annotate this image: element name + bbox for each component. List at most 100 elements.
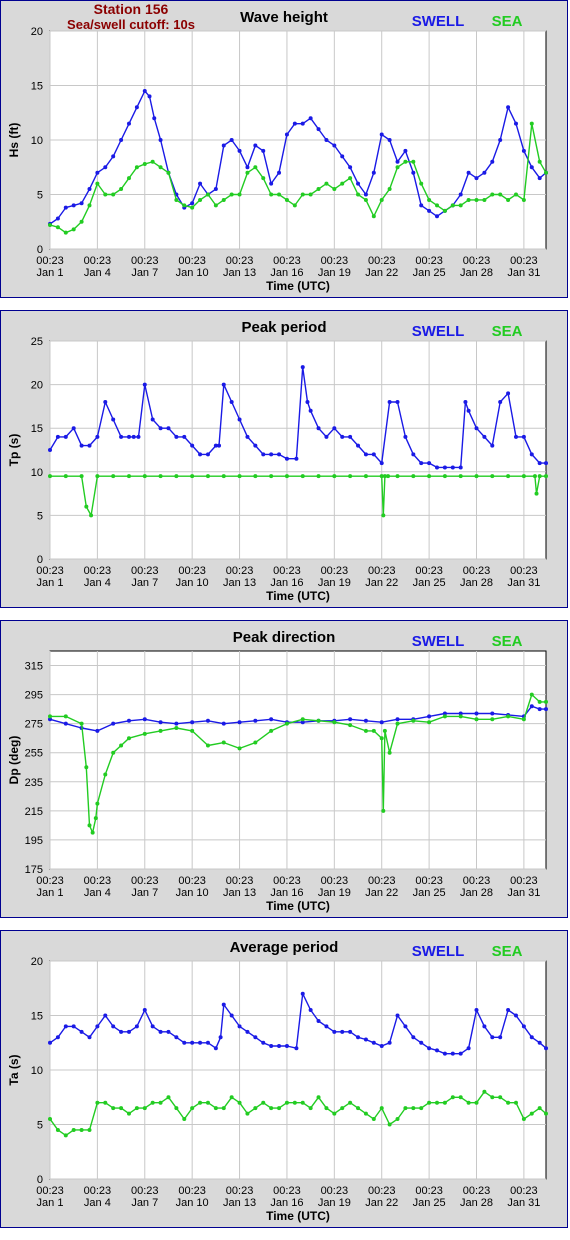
swell-data-point: [316, 1018, 321, 1023]
sea-data-point: [229, 1095, 234, 1100]
sea-data-point: [356, 1106, 361, 1111]
swell-data-point: [134, 1024, 139, 1029]
swell-data-point: [490, 443, 495, 448]
x-axis-label: Time (UTC): [266, 1209, 330, 1223]
sea-data-point: [435, 1100, 440, 1105]
x-axis-label: Time (UTC): [266, 899, 330, 913]
y-tick-label: 5: [37, 1120, 43, 1132]
swell-data-point: [205, 1040, 210, 1045]
sea-data-point: [537, 699, 542, 704]
x-tick-time: 00:23: [415, 255, 443, 267]
swell-data-point: [87, 1035, 92, 1040]
sea-data-point: [245, 170, 250, 175]
sea-data-point: [332, 187, 337, 192]
swell-data-point: [152, 116, 157, 121]
swell-data-point: [284, 456, 289, 461]
x-tick-date: Jan 13: [223, 887, 256, 899]
x-tick-date: Jan 28: [460, 267, 493, 279]
swell-data-point: [324, 1024, 329, 1029]
swell-data-point: [411, 452, 416, 457]
y-tick-label: 295: [25, 690, 43, 702]
sea-data-point: [466, 197, 471, 202]
sea-data-point: [379, 197, 384, 202]
sea-data-point: [119, 743, 124, 748]
sea-data-point: [544, 1111, 548, 1116]
swell-data-point: [63, 1024, 68, 1029]
sea-data-point: [205, 474, 210, 479]
sea-data-point: [213, 1106, 218, 1111]
x-tick-time: 00:23: [226, 875, 254, 887]
x-tick-time: 00:23: [368, 565, 396, 577]
swell-data-point: [490, 1035, 495, 1040]
swell-data-point: [166, 1029, 171, 1034]
swell-data-point: [142, 88, 147, 93]
swell-data-point: [458, 192, 463, 197]
swell-data-point: [103, 165, 108, 170]
x-tick-time: 00:23: [415, 565, 443, 577]
y-tick-label: 15: [31, 81, 43, 93]
swell-data-point: [95, 434, 100, 439]
x-tick-time: 00:23: [273, 255, 301, 267]
x-tick-date: Jan 4: [84, 1197, 111, 1209]
sea-data-point: [95, 801, 100, 806]
x-tick-time: 00:23: [84, 875, 112, 887]
sea-data-point: [506, 1100, 511, 1105]
swell-data-point: [371, 1040, 376, 1045]
swell-data-point: [142, 1008, 147, 1013]
swell-data-point: [442, 465, 447, 470]
swell-data-point: [435, 1048, 440, 1053]
swell-data-point: [529, 1035, 534, 1040]
y-tick-label: 15: [31, 1011, 43, 1023]
swell-data-point: [450, 1051, 455, 1056]
sea-data-point: [93, 816, 98, 821]
legend-sea: SEA: [492, 13, 523, 30]
sea-data-point: [371, 728, 376, 733]
swell-data-point: [87, 187, 92, 192]
swell-data-point: [190, 720, 195, 725]
swell-data-point: [205, 452, 210, 457]
x-tick-date: Jan 16: [270, 887, 303, 899]
swell-data-point: [324, 138, 329, 142]
chart-title: Wave height: [240, 9, 328, 26]
swell-data-point: [79, 443, 84, 448]
sea-data-point: [474, 717, 479, 722]
x-tick-date: Jan 7: [131, 887, 158, 899]
sea-data-point: [316, 474, 321, 479]
sea-data-point: [395, 165, 400, 170]
sea-data-point: [466, 1100, 471, 1105]
x-tick-date: Jan 31: [507, 267, 540, 279]
swell-data-point: [253, 718, 258, 723]
swell-data-point: [284, 1044, 289, 1049]
plot-area: [49, 340, 547, 560]
swell-data-point: [261, 452, 266, 457]
x-tick-time: 00:23: [131, 1185, 159, 1197]
sea-data-point: [381, 808, 386, 813]
swell-data-point: [229, 1013, 234, 1018]
x-tick-time: 00:23: [36, 255, 64, 267]
chart-title: Average period: [230, 939, 339, 956]
swell-data-point: [261, 148, 266, 153]
y-tick-label: 5: [37, 510, 43, 522]
sea-data-point: [381, 513, 386, 518]
sea-data-point: [221, 474, 226, 479]
sea-data-point: [363, 197, 368, 202]
x-tick-time: 00:23: [178, 565, 206, 577]
swell-data-point: [277, 452, 282, 457]
swell-data-point: [269, 717, 274, 722]
sea-data-point: [332, 1111, 337, 1116]
x-tick-date: Jan 16: [270, 267, 303, 279]
sea-data-point: [348, 723, 353, 728]
sea-data-point: [506, 474, 511, 479]
sea-data-point: [237, 746, 242, 751]
x-tick-date: Jan 31: [507, 1197, 540, 1209]
sea-data-point: [142, 1106, 147, 1111]
swell-data-point: [119, 138, 124, 142]
x-tick-time: 00:23: [463, 1185, 491, 1197]
swell-data-point: [537, 1040, 542, 1045]
swell-data-point: [363, 452, 368, 457]
y-axis-label: Dp (deg): [7, 736, 21, 785]
swell-data-point: [237, 417, 242, 422]
sea-data-point: [221, 197, 226, 202]
swell-data-point: [427, 1046, 432, 1051]
sea-data-point: [395, 474, 400, 479]
